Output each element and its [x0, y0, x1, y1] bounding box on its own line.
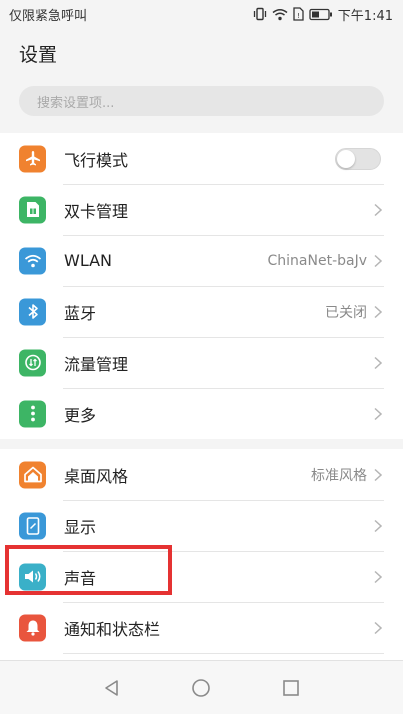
settings-item-sound[interactable]: 声音: [0, 551, 403, 602]
chevron-right-icon: [374, 519, 383, 532]
search-input[interactable]: 搜索设置项...: [19, 86, 384, 116]
home-icon[interactable]: [191, 678, 211, 698]
settings-item-label: 通知和状态栏: [64, 619, 161, 639]
settings-item-label: 蓝牙: [64, 303, 97, 323]
settings-item-dual-sim[interactable]: 双卡管理: [0, 184, 403, 235]
data-usage-icon: [19, 349, 46, 376]
settings-group-connectivity: 飞行模式 双卡管理 WLAN ChinaNet-baJv 蓝牙 已关闭 流量管理…: [0, 133, 403, 439]
notification-icon: [19, 614, 46, 641]
more-icon: [19, 400, 46, 427]
bluetooth-icon: [19, 298, 46, 325]
settings-group-device: 桌面风格 标准风格 显示 声音 通知和状态栏: [0, 449, 403, 673]
chevron-right-icon: [374, 468, 383, 481]
settings-item-label: 更多: [64, 405, 97, 425]
settings-item-airplane-mode[interactable]: 飞行模式: [0, 133, 403, 184]
chevron-right-icon: [374, 203, 383, 216]
status-bar: 仅限紧急呼叫 ! 下午1:41: [0, 0, 403, 28]
page-title: 设置: [19, 44, 58, 66]
sim-icon: !: [293, 7, 304, 21]
home-style-icon: [19, 461, 46, 488]
settings-item-bluetooth[interactable]: 蓝牙 已关闭: [0, 286, 403, 337]
settings-item-more[interactable]: 更多: [0, 388, 403, 439]
settings-item-label: 双卡管理: [64, 201, 129, 221]
carrier-text: 仅限紧急呼叫: [9, 8, 88, 24]
settings-item-label: 桌面风格: [64, 466, 129, 486]
settings-item-value: ChinaNet-baJv: [267, 252, 368, 269]
search-placeholder: 搜索设置项...: [37, 95, 115, 111]
settings-item-wlan[interactable]: WLAN ChinaNet-baJv: [0, 235, 403, 286]
settings-item-label: 显示: [64, 517, 97, 537]
settings-item-value: 已关闭: [325, 304, 367, 321]
airplane-mode-toggle[interactable]: [335, 147, 381, 170]
back-icon[interactable]: [102, 678, 122, 698]
settings-item-home-style[interactable]: 桌面风格 标准风格: [0, 449, 403, 500]
status-time: 下午1:41: [337, 8, 393, 24]
battery-icon: [309, 8, 332, 20]
settings-item-data-usage[interactable]: 流量管理: [0, 337, 403, 388]
status-icons: ! 下午1:41: [253, 5, 393, 24]
settings-item-label: 声音: [64, 568, 97, 588]
wifi-icon: [19, 247, 46, 274]
navigation-bar: [0, 660, 403, 714]
settings-item-value: 标准风格: [311, 467, 367, 484]
display-icon: [19, 512, 46, 539]
settings-item-label: 飞行模式: [64, 150, 129, 170]
chevron-right-icon: [374, 570, 383, 583]
vibrate-icon: [253, 7, 266, 21]
svg-text:!: !: [297, 12, 300, 20]
recents-icon[interactable]: [281, 678, 301, 698]
toggle-knob: [337, 149, 355, 168]
chevron-right-icon: [374, 305, 383, 318]
settings-item-notifications[interactable]: 通知和状态栏: [0, 602, 403, 653]
settings-item-label: 流量管理: [64, 354, 129, 374]
settings-item-display[interactable]: 显示: [0, 500, 403, 551]
settings-item-label: WLAN: [64, 251, 113, 270]
sound-icon: [19, 563, 46, 590]
airplane-icon: [19, 145, 46, 172]
wifi-icon: [272, 8, 288, 20]
chevron-right-icon: [374, 356, 383, 369]
chevron-right-icon: [374, 254, 383, 267]
sim-card-icon: [19, 196, 46, 223]
chevron-right-icon: [374, 407, 383, 420]
chevron-right-icon: [374, 621, 383, 634]
